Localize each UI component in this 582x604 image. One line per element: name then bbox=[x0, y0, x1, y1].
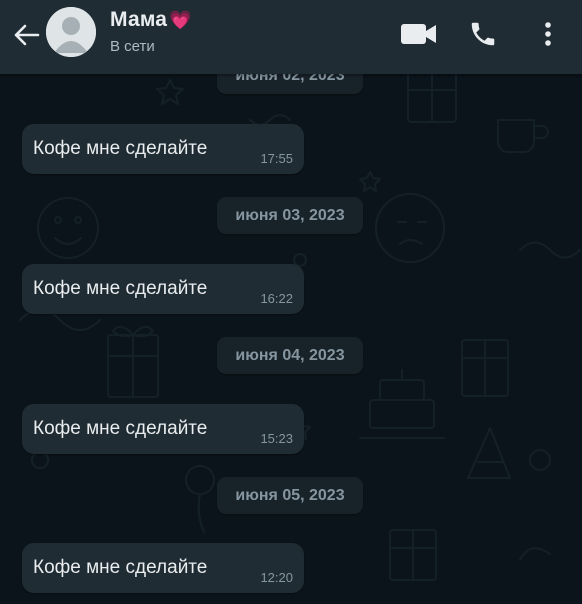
message-time: 15:23 bbox=[260, 431, 293, 446]
message-time: 16:22 bbox=[260, 291, 293, 306]
contact-name[interactable]: Мама 💗 bbox=[110, 8, 192, 32]
incoming-message[interactable]: Кофе мне сделайте 16:22 bbox=[22, 264, 304, 314]
contact-status: В сети bbox=[110, 38, 155, 55]
default-avatar-icon bbox=[46, 7, 96, 57]
incoming-message[interactable]: Кофе мне сделайте 17:55 bbox=[22, 124, 304, 174]
arrow-left-icon bbox=[14, 24, 40, 46]
video-camera-icon bbox=[401, 24, 436, 44]
chat-header: Мама 💗 В сети bbox=[0, 0, 582, 74]
video-call-button[interactable] bbox=[398, 16, 440, 52]
voice-call-button[interactable] bbox=[465, 16, 501, 52]
back-button[interactable] bbox=[8, 19, 44, 51]
more-vertical-icon bbox=[545, 22, 551, 46]
message-list[interactable]: июня 02, 2023 Кофе мне сделайте 17:55 ию… bbox=[0, 57, 582, 604]
date-separator: июня 05, 2023 bbox=[217, 477, 363, 514]
contact-name-text: Мама bbox=[110, 8, 168, 31]
contact-avatar[interactable] bbox=[46, 7, 96, 57]
message-text: Кофе мне сделайте bbox=[33, 418, 208, 439]
heart-emoji: 💗 bbox=[169, 9, 192, 30]
message-text: Кофе мне сделайте bbox=[33, 138, 208, 159]
message-time: 12:20 bbox=[260, 570, 293, 585]
date-separator: июня 04, 2023 bbox=[217, 337, 363, 374]
message-text: Кофе мне сделайте bbox=[33, 278, 208, 299]
message-text: Кофе мне сделайте bbox=[33, 557, 208, 578]
incoming-message[interactable]: Кофе мне сделайте 12:20 bbox=[22, 543, 304, 593]
more-options-button[interactable] bbox=[535, 16, 561, 52]
incoming-message[interactable]: Кофе мне сделайте 15:23 bbox=[22, 404, 304, 454]
phone-icon bbox=[471, 22, 495, 46]
message-time: 17:55 bbox=[260, 151, 293, 166]
date-separator: июня 03, 2023 bbox=[217, 197, 363, 234]
